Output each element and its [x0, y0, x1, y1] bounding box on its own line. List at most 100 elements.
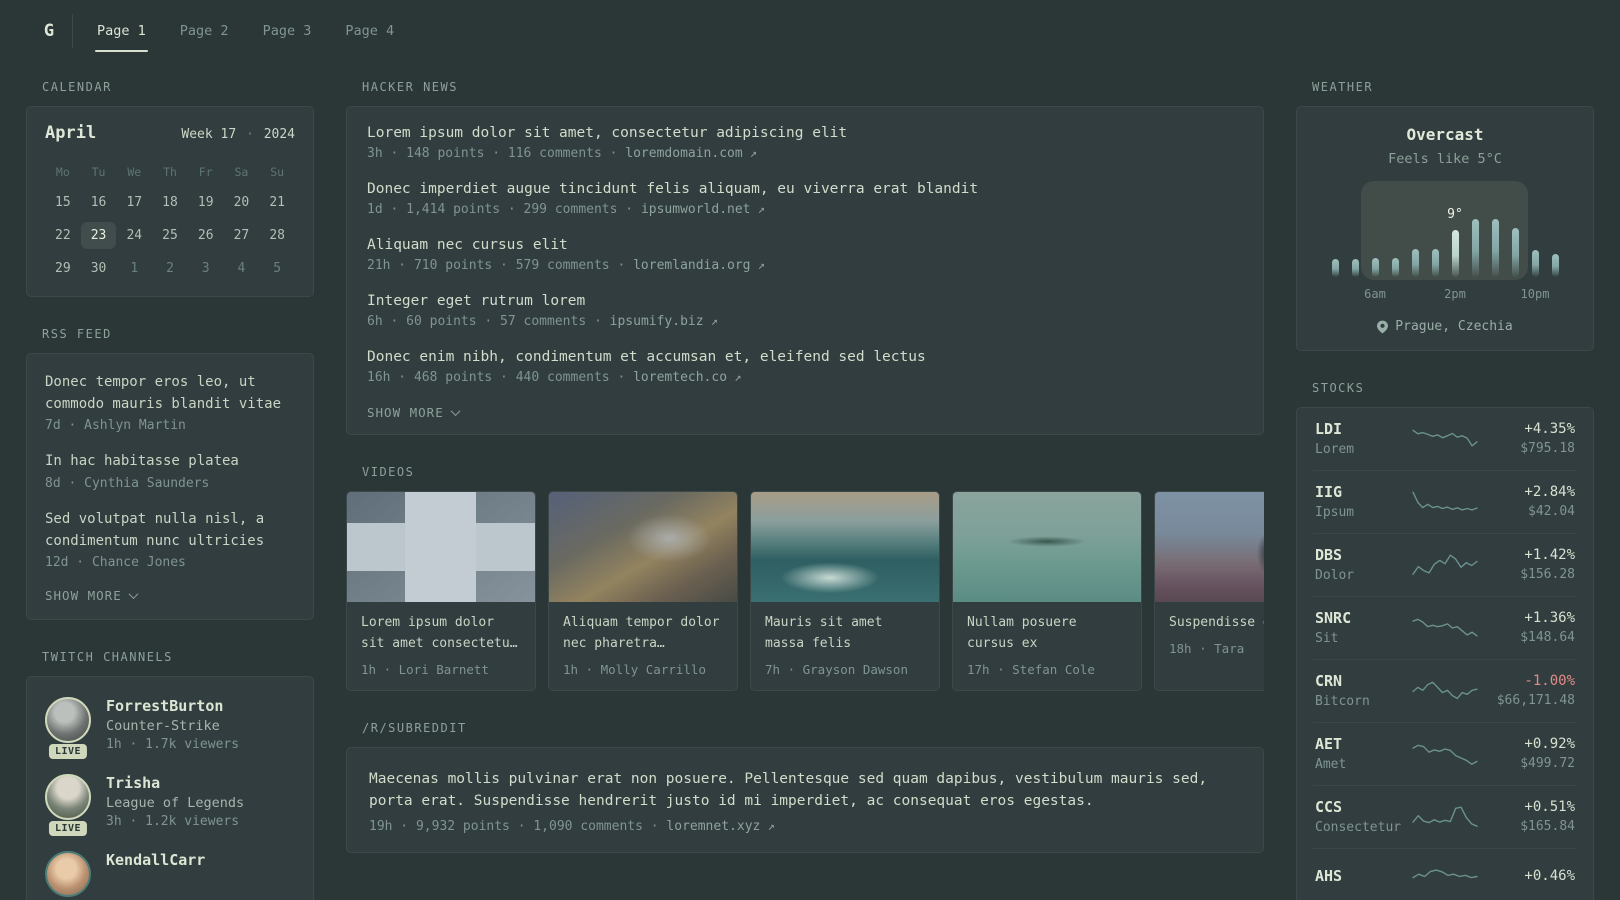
hacker-news-item-domain[interactable]: loremdomain.com: [625, 146, 742, 161]
video-card[interactable]: Aliquam tempor dolor nec pharetra… 1h · M…: [548, 491, 738, 691]
right-column: WEATHER Overcast Feels like 5°C 9° 6am 2p…: [1296, 80, 1594, 900]
calendar-day: 17: [126, 195, 143, 210]
hacker-news-card: Lorem ipsum dolor sit amet, consectetur …: [346, 106, 1264, 435]
video-card[interactable]: Lorem ipsum dolor sit amet consectetu… 1h…: [346, 491, 536, 691]
stock-values: +1.36% $148.64: [1481, 610, 1575, 645]
hacker-news-item-domain[interactable]: loremlandia.org: [633, 258, 750, 273]
stock-values: +0.92% $499.72: [1481, 736, 1575, 771]
video-card[interactable]: Nullam posuere cursus ex 17h · Stefan Col…: [952, 491, 1142, 691]
twitch-widget: TWITCH CHANNELS LIVE ForrestBurton Counter…: [26, 650, 314, 900]
subreddit-post-domain[interactable]: loremnet.xyz: [666, 819, 760, 834]
weather-bar-slot: [1405, 189, 1425, 277]
hacker-news-item-title[interactable]: Donec imperdiet augue tincidunt felis al…: [367, 181, 1243, 197]
stock-values: -1.00% $66,171.48: [1481, 673, 1575, 708]
calendar-day: 3: [201, 261, 210, 276]
weather-bar: [1451, 230, 1459, 277]
weather-widget: WEATHER Overcast Feels like 5°C 9° 6am 2p…: [1296, 80, 1594, 351]
hacker-news-item-meta: 16h · 468 points · 440 comments · loremt…: [367, 370, 1243, 385]
weather-bar-slot: [1505, 189, 1525, 277]
weather-location: Prague, Czechia: [1313, 319, 1577, 334]
calendar-day: 2: [166, 261, 174, 276]
stock-sparkline-wrap: [1409, 802, 1481, 832]
calendar-week-number: Week 17: [181, 127, 237, 142]
calendar-separator: ·: [246, 127, 254, 142]
hacker-news-item-title[interactable]: Integer eget rutrum lorem: [367, 293, 1243, 309]
calendar-weekday-label: Su: [270, 165, 285, 179]
weather-bars: 9°: [1325, 189, 1565, 277]
stock-price: $42.04: [1528, 504, 1575, 519]
tab-page-3[interactable]: Page 3: [261, 8, 314, 54]
stock-change: +4.35%: [1524, 421, 1575, 437]
hacker-news-item-title[interactable]: Donec enim nibh, condimentum et accumsan…: [367, 349, 1243, 365]
weather-bar: [1551, 254, 1559, 277]
video-title[interactable]: Mauris sit amet massa felis: [765, 613, 925, 655]
stock-change: -1.00%: [1524, 673, 1575, 689]
stock-change: +1.42%: [1524, 547, 1575, 563]
stock-sparkline: [1412, 805, 1478, 827]
rss-item: Donec tempor eros leo, ut commodo mauris…: [45, 372, 295, 433]
hacker-news-show-more-button[interactable]: SHOW MORE: [367, 405, 1243, 420]
hacker-news-item-stats: 6h · 60 points · 57 comments ·: [367, 314, 610, 329]
video-thumbnail: [549, 492, 737, 602]
rss-show-more-button[interactable]: SHOW MORE: [45, 588, 295, 603]
stock-row[interactable]: DBS Dolor +1.42% $156.28: [1313, 533, 1577, 596]
hacker-news-item-domain[interactable]: ipsumify.biz: [610, 314, 704, 329]
rss-item-title[interactable]: Donec tempor eros leo, ut commodo mauris…: [45, 372, 295, 415]
weather-bar-slot: [1385, 189, 1405, 277]
tab-page-2[interactable]: Page 2: [178, 8, 231, 54]
twitch-avatar-wrap: LIVE: [45, 697, 91, 760]
twitch-channel-row[interactable]: LIVE ForrestBurton Counter-Strike 1h · 1.7k…: [45, 697, 295, 760]
hacker-news-item-domain[interactable]: ipsumworld.net: [641, 202, 751, 217]
rss-item-title[interactable]: In hac habitasse platea: [45, 451, 295, 473]
calendar-year: 2024: [263, 127, 295, 142]
stocks-card: LDI Lorem +4.35% $795.18 IIG Ipsum +2.84% $42.0…: [1296, 407, 1594, 900]
stock-sparkline: [1412, 618, 1478, 637]
hacker-news-item-stats: 3h · 148 points · 116 comments ·: [367, 146, 626, 161]
stock-row[interactable]: SNRC Sit +1.36% $148.64: [1313, 596, 1577, 659]
video-title[interactable]: Suspendisse diam: [1169, 613, 1264, 634]
app-logo: G: [43, 21, 55, 41]
stock-row[interactable]: AHS +0.46%: [1313, 848, 1577, 900]
hacker-news-item-domain[interactable]: loremtech.co: [633, 370, 727, 385]
calendar-day: 21: [269, 195, 285, 210]
twitch-channel-row[interactable]: LIVE Trisha League of Legends 3h · 1.2k vie…: [45, 774, 295, 837]
external-link-icon: ↗: [760, 818, 775, 833]
stock-sparkline: [1412, 869, 1478, 879]
video-title[interactable]: Aliquam tempor dolor nec pharetra…: [563, 613, 723, 655]
video-title[interactable]: Nullam posuere cursus ex: [967, 613, 1127, 655]
video-title[interactable]: Lorem ipsum dolor sit amet consectetu…: [361, 613, 521, 655]
twitch-channel-row[interactable]: KendallCarr: [45, 851, 295, 898]
stock-row[interactable]: AET Amet +0.92% $499.72: [1313, 722, 1577, 785]
tab-page-4[interactable]: Page 4: [343, 8, 396, 54]
stock-identity: SNRC Sit: [1315, 609, 1409, 646]
rss-item-title[interactable]: Sed volutpat nulla nisl, a condimentum n…: [45, 509, 295, 552]
stock-symbol: DBS: [1315, 546, 1343, 564]
stock-name: Dolor: [1315, 568, 1355, 583]
weather-bar-slot: [1465, 189, 1485, 277]
external-link-icon: ↗: [727, 370, 742, 384]
video-meta: 18h · Tara: [1169, 640, 1245, 656]
hacker-news-item-title[interactable]: Lorem ipsum dolor sit amet, consectetur …: [367, 125, 1243, 141]
video-card-row: Lorem ipsum dolor sit amet consectetu… 1h…: [346, 491, 1264, 691]
stock-row[interactable]: CRN Bitcorn -1.00% $66,171.48: [1313, 659, 1577, 722]
subreddit-post-title[interactable]: Maecenas mollis pulvinar erat non posuer…: [369, 768, 1241, 813]
top-navigation: G Page 1 Page 2 Page 3 Page 4: [26, 8, 1594, 54]
subreddit-post-meta: 19h · 9,932 points · 1,090 comments · lo…: [369, 819, 1241, 834]
calendar-widget: CALENDAR April Week 17 · 2024 Mo Tu We Th Fr…: [26, 80, 314, 297]
stock-name: Bitcorn: [1315, 694, 1370, 709]
video-card[interactable]: Suspendisse diam 18h · Tara: [1154, 491, 1264, 691]
stock-change: +0.51%: [1524, 799, 1575, 815]
stock-sparkline: [1412, 553, 1478, 575]
tab-page-1[interactable]: Page 1: [95, 8, 148, 54]
hacker-news-item-title[interactable]: Aliquam nec cursus elit: [367, 237, 1243, 253]
stock-row[interactable]: IIG Ipsum +2.84% $42.04: [1313, 470, 1577, 533]
stock-row[interactable]: CCS Consectetur +0.51% $165.84: [1313, 785, 1577, 848]
page-tabs: Page 1 Page 2 Page 3 Page 4: [95, 8, 396, 54]
calendar-weekday-label: We: [127, 165, 142, 179]
stock-row[interactable]: LDI Lorem +4.35% $795.18: [1313, 408, 1577, 470]
video-card[interactable]: Mauris sit amet massa felis 7h · Grayson …: [750, 491, 940, 691]
videos-widget-title: VIDEOS: [362, 465, 415, 479]
weather-hourly-chart: 9°: [1325, 181, 1565, 280]
calendar-day: 22: [55, 228, 71, 243]
rss-item-meta: 8d · Cynthia Saunders: [45, 476, 210, 492]
